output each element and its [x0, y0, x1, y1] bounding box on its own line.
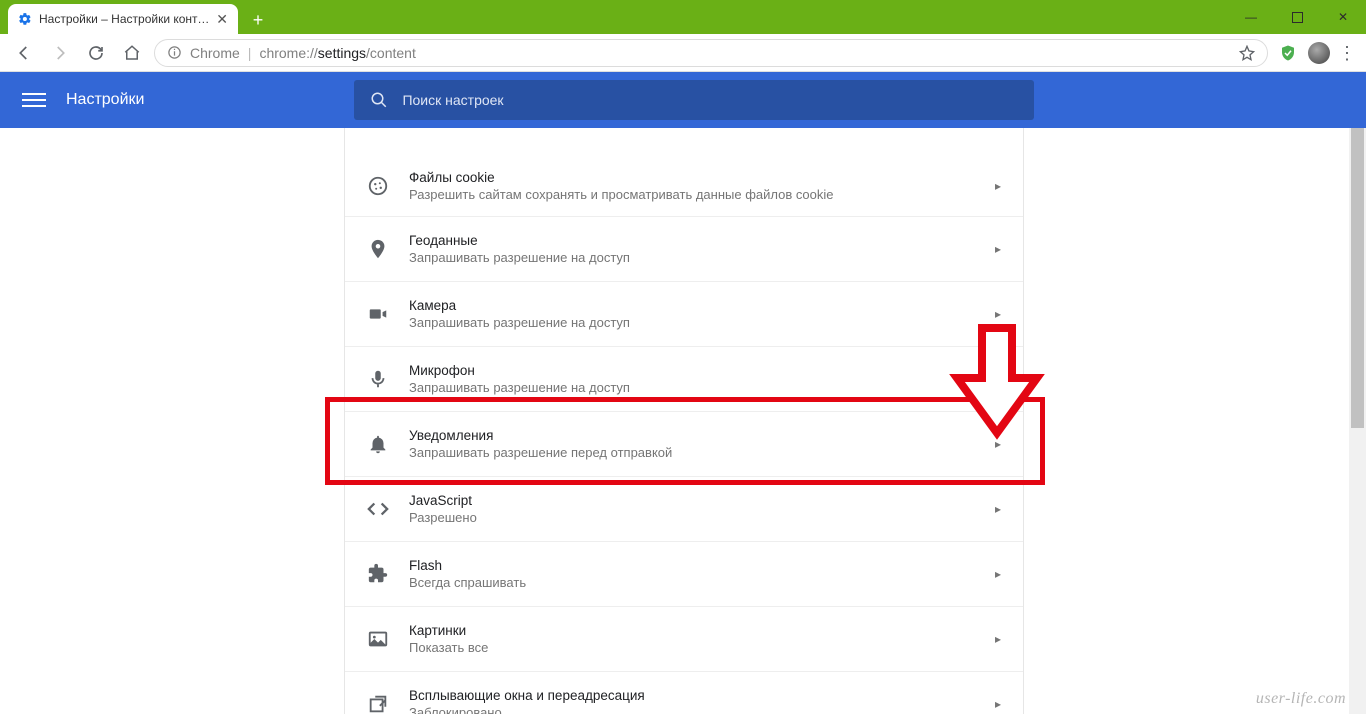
- row-desc: Запрашивать разрешение на доступ: [409, 250, 995, 265]
- search-icon: [370, 91, 388, 109]
- reload-button[interactable]: [82, 39, 110, 67]
- settings-panel: Файлы cookie Разрешить сайтам сохранять и…: [344, 128, 1024, 714]
- maximize-button[interactable]: [1274, 0, 1320, 34]
- row-cookies[interactable]: Файлы cookie Разрешить сайтам сохранять и…: [345, 128, 1023, 216]
- chevron-right-icon: ▸: [995, 567, 1001, 581]
- new-tab-button[interactable]: +: [244, 6, 272, 34]
- row-title: Flash: [409, 558, 995, 573]
- camera-icon: [367, 303, 389, 325]
- close-tab-icon[interactable]: ✕: [216, 11, 228, 28]
- puzzle-icon: [367, 563, 389, 585]
- image-icon: [367, 628, 389, 650]
- omnibox-hint: Chrome: [190, 45, 240, 61]
- profile-avatar[interactable]: [1308, 42, 1330, 64]
- chevron-right-icon: ▸: [995, 179, 1001, 193]
- page-title: Настройки: [66, 91, 144, 109]
- row-title: Всплывающие окна и переадресация: [409, 688, 995, 703]
- home-button[interactable]: [118, 39, 146, 67]
- row-desc: Запрашивать разрешение на доступ: [409, 380, 995, 395]
- row-desc: Показать все: [409, 640, 995, 655]
- browser-tab[interactable]: Настройки – Настройки контен ✕: [8, 4, 238, 34]
- chevron-right-icon: ▸: [995, 632, 1001, 646]
- chevron-right-icon: ▸: [995, 307, 1001, 321]
- close-window-button[interactable]: ✕: [1320, 0, 1366, 34]
- search-placeholder: Поиск настроек: [402, 92, 503, 108]
- settings-header: Настройки Поиск настроек: [0, 72, 1366, 128]
- address-bar[interactable]: Chrome | chrome://settings/content: [154, 39, 1268, 67]
- back-button[interactable]: [10, 39, 38, 67]
- row-popups[interactable]: Всплывающие окна и переадресация Заблокир…: [345, 671, 1023, 714]
- settings-search[interactable]: Поиск настроек: [354, 80, 1034, 120]
- row-title: Уведомления: [409, 428, 995, 443]
- window-controls: — ✕: [1228, 0, 1366, 34]
- forward-button[interactable]: [46, 39, 74, 67]
- row-camera[interactable]: Камера Запрашивать разрешение на доступ ▸: [345, 281, 1023, 346]
- scrollbar-thumb[interactable]: [1351, 128, 1364, 428]
- row-desc: Запрашивать разрешение перед отправкой: [409, 445, 995, 460]
- row-desc: Всегда спрашивать: [409, 575, 995, 590]
- bell-icon: [367, 433, 389, 455]
- chevron-right-icon: ▸: [995, 502, 1001, 516]
- popup-icon: [367, 693, 389, 714]
- titlebar: Настройки – Настройки контен ✕ + — ✕: [0, 0, 1366, 34]
- mic-icon: [367, 368, 389, 390]
- tab-title: Настройки – Настройки контен: [39, 12, 210, 26]
- row-desc: Запрашивать разрешение на доступ: [409, 315, 995, 330]
- row-title: Файлы cookie: [409, 170, 995, 185]
- chevron-right-icon: ▸: [995, 697, 1001, 711]
- scrollbar[interactable]: [1349, 128, 1366, 714]
- row-title: Картинки: [409, 623, 995, 638]
- chrome-menu-button[interactable]: ⋮: [1338, 44, 1356, 62]
- chevron-right-icon: ▸: [995, 437, 1001, 451]
- row-desc: Разрешить сайтам сохранять и просматрива…: [409, 187, 995, 202]
- row-title: Геоданные: [409, 233, 995, 248]
- row-title: JavaScript: [409, 493, 995, 508]
- gear-icon: [18, 12, 32, 26]
- row-notifications[interactable]: Уведомления Запрашивать разрешение перед …: [345, 411, 1023, 476]
- row-title: Камера: [409, 298, 995, 313]
- row-desc: Разрешено: [409, 510, 995, 525]
- minimize-button[interactable]: —: [1228, 0, 1274, 34]
- chevron-right-icon: ▸: [995, 372, 1001, 386]
- chevron-right-icon: ▸: [995, 242, 1001, 256]
- row-microphone[interactable]: Микрофон Запрашивать разрешение на доступ…: [345, 346, 1023, 411]
- location-icon: [367, 238, 389, 260]
- omnibox-url: chrome://settings/content: [259, 45, 415, 61]
- extension-shield-icon[interactable]: [1276, 41, 1300, 65]
- watermark: user-life.com: [1256, 690, 1346, 708]
- toolbar: Chrome | chrome://settings/content ⋮: [0, 34, 1366, 72]
- menu-icon[interactable]: [22, 88, 46, 112]
- row-title: Микрофон: [409, 363, 995, 378]
- cookie-icon: [367, 175, 389, 197]
- row-location[interactable]: Геоданные Запрашивать разрешение на досту…: [345, 216, 1023, 281]
- code-icon: [367, 498, 389, 520]
- row-desc: Заблокировано: [409, 705, 995, 714]
- content-area: Файлы cookie Разрешить сайтам сохранять и…: [0, 128, 1366, 714]
- row-javascript[interactable]: JavaScript Разрешено ▸: [345, 476, 1023, 541]
- row-images[interactable]: Картинки Показать все ▸: [345, 606, 1023, 671]
- row-flash[interactable]: Flash Всегда спрашивать ▸: [345, 541, 1023, 606]
- info-icon: [167, 45, 182, 60]
- bookmark-star-icon[interactable]: [1239, 45, 1255, 61]
